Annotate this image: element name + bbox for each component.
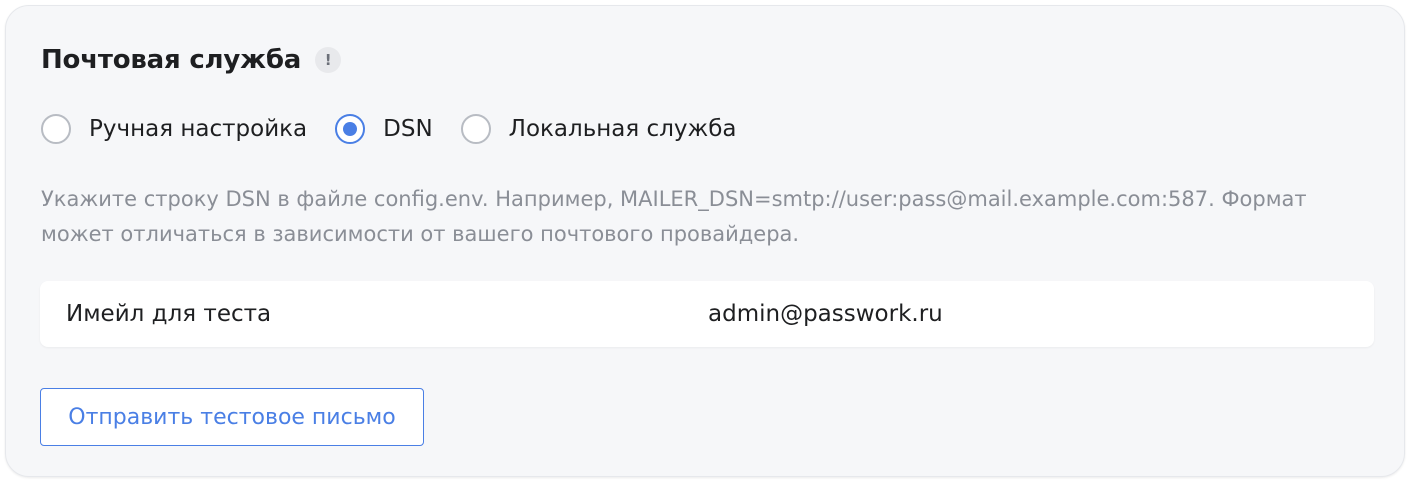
section-header: Почтовая служба ! bbox=[41, 40, 342, 80]
dsn-hint-text: Укажите строку DSN в файле config.env. Н… bbox=[41, 187, 1307, 246]
radio-manual[interactable] bbox=[41, 114, 71, 144]
mail-mode-radio-group: Ручная настройка DSN Локальная служба bbox=[41, 109, 765, 149]
radio-label-dsn: DSN bbox=[383, 116, 433, 142]
radio-option-manual[interactable]: Ручная настройка bbox=[41, 114, 307, 144]
radio-label-manual: Ручная настройка bbox=[89, 116, 308, 142]
send-test-email-button[interactable]: Отправить тестовое письмо bbox=[40, 388, 424, 446]
test-email-row: Имейл для теста admin@passwork.ru bbox=[40, 281, 1374, 347]
radio-option-dsn[interactable]: DSN bbox=[335, 114, 433, 144]
test-email-value[interactable]: admin@passwork.ru bbox=[708, 281, 943, 347]
radio-option-local[interactable]: Локальная служба bbox=[460, 114, 737, 144]
test-email-label: Имейл для теста bbox=[66, 301, 272, 327]
section-title: Почтовая служба bbox=[41, 45, 302, 75]
radio-label-local: Локальная служба bbox=[508, 116, 737, 142]
mail-service-panel: Почтовая служба ! Ручная настройка DSN Л… bbox=[5, 5, 1405, 477]
radio-local[interactable] bbox=[460, 114, 491, 144]
radio-dsn[interactable] bbox=[335, 114, 366, 144]
exclamation-icon[interactable]: ! bbox=[315, 47, 342, 73]
